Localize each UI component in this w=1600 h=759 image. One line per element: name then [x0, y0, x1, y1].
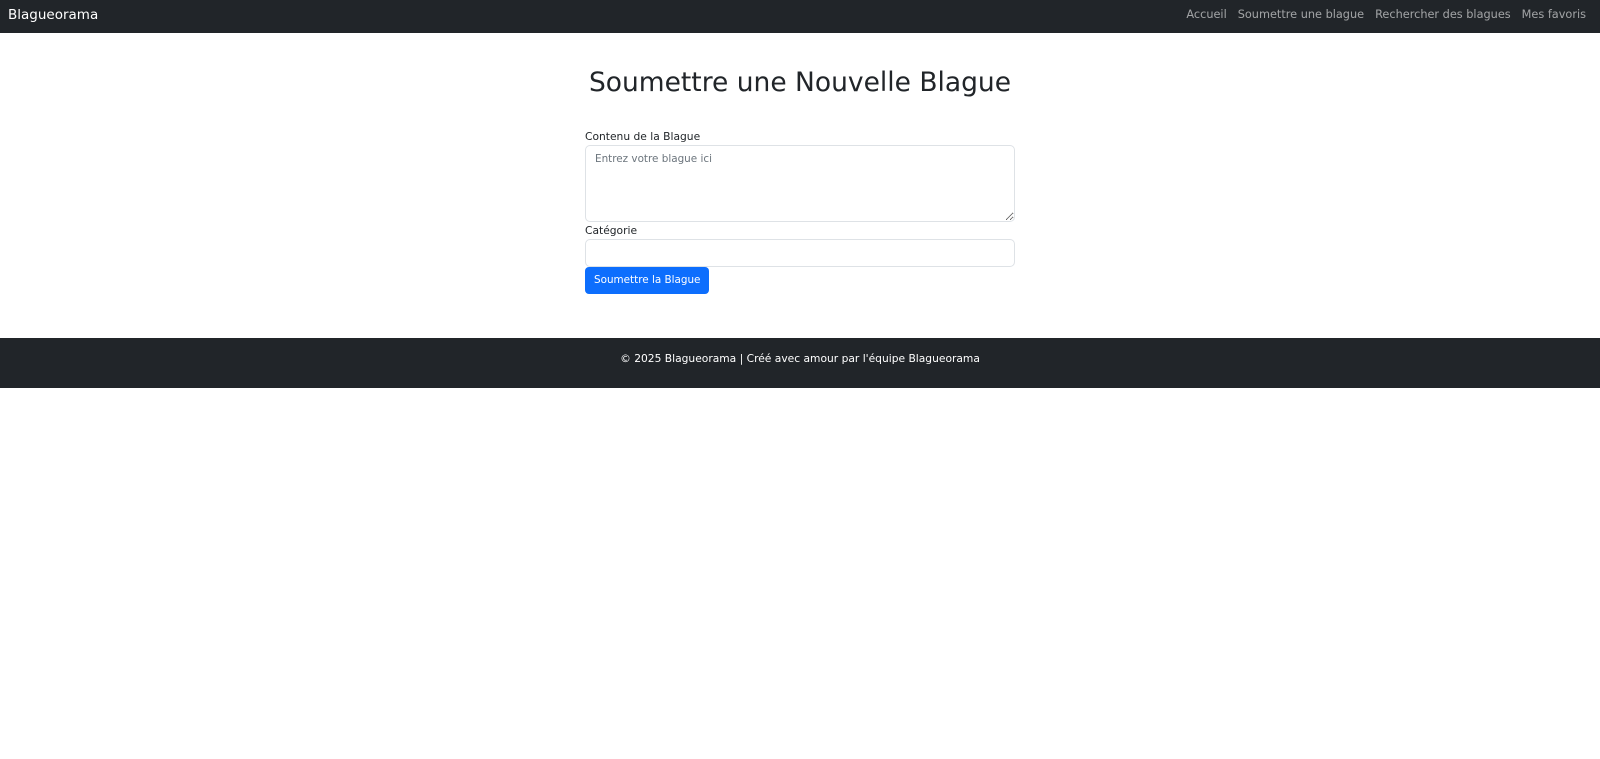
nav-link-submit-joke[interactable]: Soumettre une blague [1238, 8, 1364, 22]
joke-content-textarea[interactable] [585, 145, 1015, 222]
joke-content-label: Contenu de la Blague [585, 130, 701, 143]
submit-joke-button[interactable]: Soumettre la Blague [585, 267, 710, 294]
footer: © 2025 Blagueorama | Créé avec amour par… [0, 338, 1600, 388]
footer-copyright: © 2025 Blagueorama | Créé avec amour par… [620, 352, 980, 365]
category-input[interactable] [585, 239, 1015, 267]
submit-joke-form: Contenu de la Blague Catégorie Soumettre… [585, 130, 1015, 294]
page-title: Soumettre une Nouvelle Blague [588, 67, 1012, 98]
nav-link-search-jokes[interactable]: Rechercher des blagues [1375, 8, 1511, 22]
brand-link[interactable]: Blagueorama [8, 6, 98, 24]
nav-link-favorites[interactable]: Mes favoris [1522, 8, 1586, 22]
nav-links: Accueil Soumettre une blague Rechercher … [1186, 8, 1586, 22]
category-label: Catégorie [585, 224, 638, 237]
nav-link-accueil[interactable]: Accueil [1186, 8, 1226, 22]
top-navbar: Blagueorama Accueil Soumettre une blague… [0, 0, 1600, 33]
